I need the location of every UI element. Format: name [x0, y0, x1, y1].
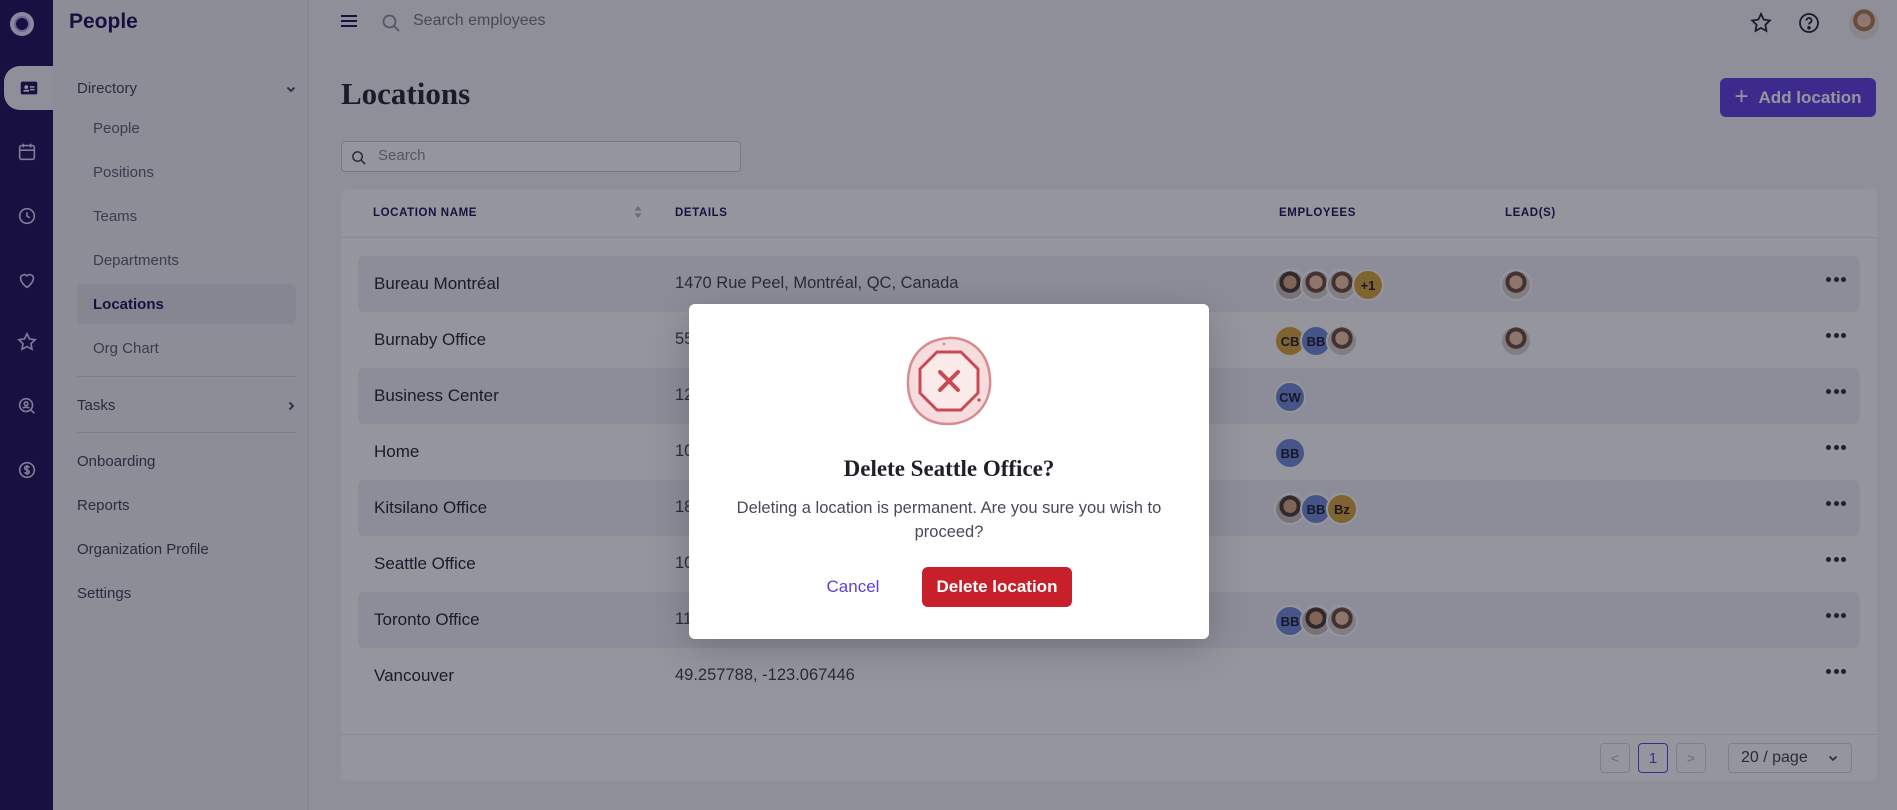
dialog-title: Delete Seattle Office? — [843, 456, 1055, 481]
dialog-message: Deleting a location is permanent. Are yo… — [736, 499, 1162, 541]
stop-x-icon — [906, 336, 992, 426]
delete-location-button[interactable]: Delete location — [922, 567, 1072, 607]
delete-location-dialog: Delete Seattle Office? Deleting a locati… — [689, 304, 1209, 639]
cancel-button[interactable]: Cancel — [821, 567, 885, 607]
